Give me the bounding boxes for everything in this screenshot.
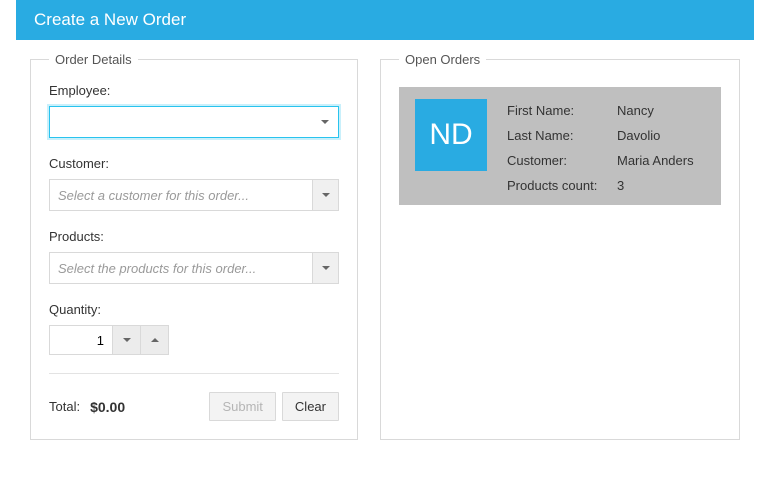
page-title: Create a New Order (34, 10, 186, 29)
divider (49, 373, 339, 374)
customer-row: Customer: (49, 156, 339, 211)
products-count-label: Products count: (507, 178, 617, 193)
order-card[interactable]: ND First Name: Nancy Last Name: Davolio … (399, 87, 721, 205)
avatar: ND (415, 99, 487, 171)
customer-label: Customer: (49, 156, 339, 171)
page-header: Create a New Order (16, 0, 754, 40)
products-count-value: 3 (617, 178, 694, 193)
products-combobox[interactable] (49, 252, 339, 284)
customer-order-value: Maria Anders (617, 153, 694, 168)
employee-dropdown-button[interactable] (312, 107, 338, 137)
customer-dropdown-button[interactable] (312, 180, 338, 210)
last-name-label: Last Name: (507, 128, 617, 143)
products-input[interactable] (50, 253, 312, 283)
quantity-stepper[interactable] (49, 325, 339, 355)
quantity-decrement-button[interactable] (113, 325, 141, 355)
chevron-down-icon (321, 120, 329, 124)
avatar-initials: ND (429, 118, 472, 152)
employee-label: Employee: (49, 83, 339, 98)
last-name-value: Davolio (617, 128, 694, 143)
open-orders-fieldset: Open Orders ND First Name: Nancy Last Na… (380, 52, 740, 440)
chevron-down-icon (123, 338, 131, 342)
quantity-row: Quantity: (49, 302, 339, 355)
products-row: Products: (49, 229, 339, 284)
total-value: $0.00 (90, 399, 125, 415)
quantity-label: Quantity: (49, 302, 339, 317)
employee-combobox[interactable] (49, 106, 339, 138)
clear-button[interactable]: Clear (282, 392, 339, 421)
open-orders-legend: Open Orders (399, 52, 486, 67)
customer-order-label: Customer: (507, 153, 617, 168)
total-row: Total: $0.00 Submit Clear (49, 392, 339, 421)
products-dropdown-button[interactable] (312, 253, 338, 283)
order-details-fieldset: Order Details Employee: Customer: Produc… (30, 52, 358, 440)
products-label: Products: (49, 229, 339, 244)
quantity-input[interactable] (49, 325, 113, 355)
total-label: Total: (49, 399, 80, 414)
customer-combobox[interactable] (49, 179, 339, 211)
first-name-value: Nancy (617, 103, 694, 118)
submit-button[interactable]: Submit (209, 392, 275, 421)
first-name-label: First Name: (507, 103, 617, 118)
quantity-increment-button[interactable] (141, 325, 169, 355)
customer-input[interactable] (50, 180, 312, 210)
chevron-down-icon (322, 266, 330, 270)
chevron-up-icon (151, 338, 159, 342)
order-info: First Name: Nancy Last Name: Davolio Cus… (507, 99, 694, 193)
action-buttons: Submit Clear (209, 392, 339, 421)
content-area: Order Details Employee: Customer: Produc… (0, 40, 770, 440)
order-details-legend: Order Details (49, 52, 138, 67)
employee-row: Employee: (49, 83, 339, 138)
chevron-down-icon (322, 193, 330, 197)
employee-input[interactable] (50, 107, 312, 137)
